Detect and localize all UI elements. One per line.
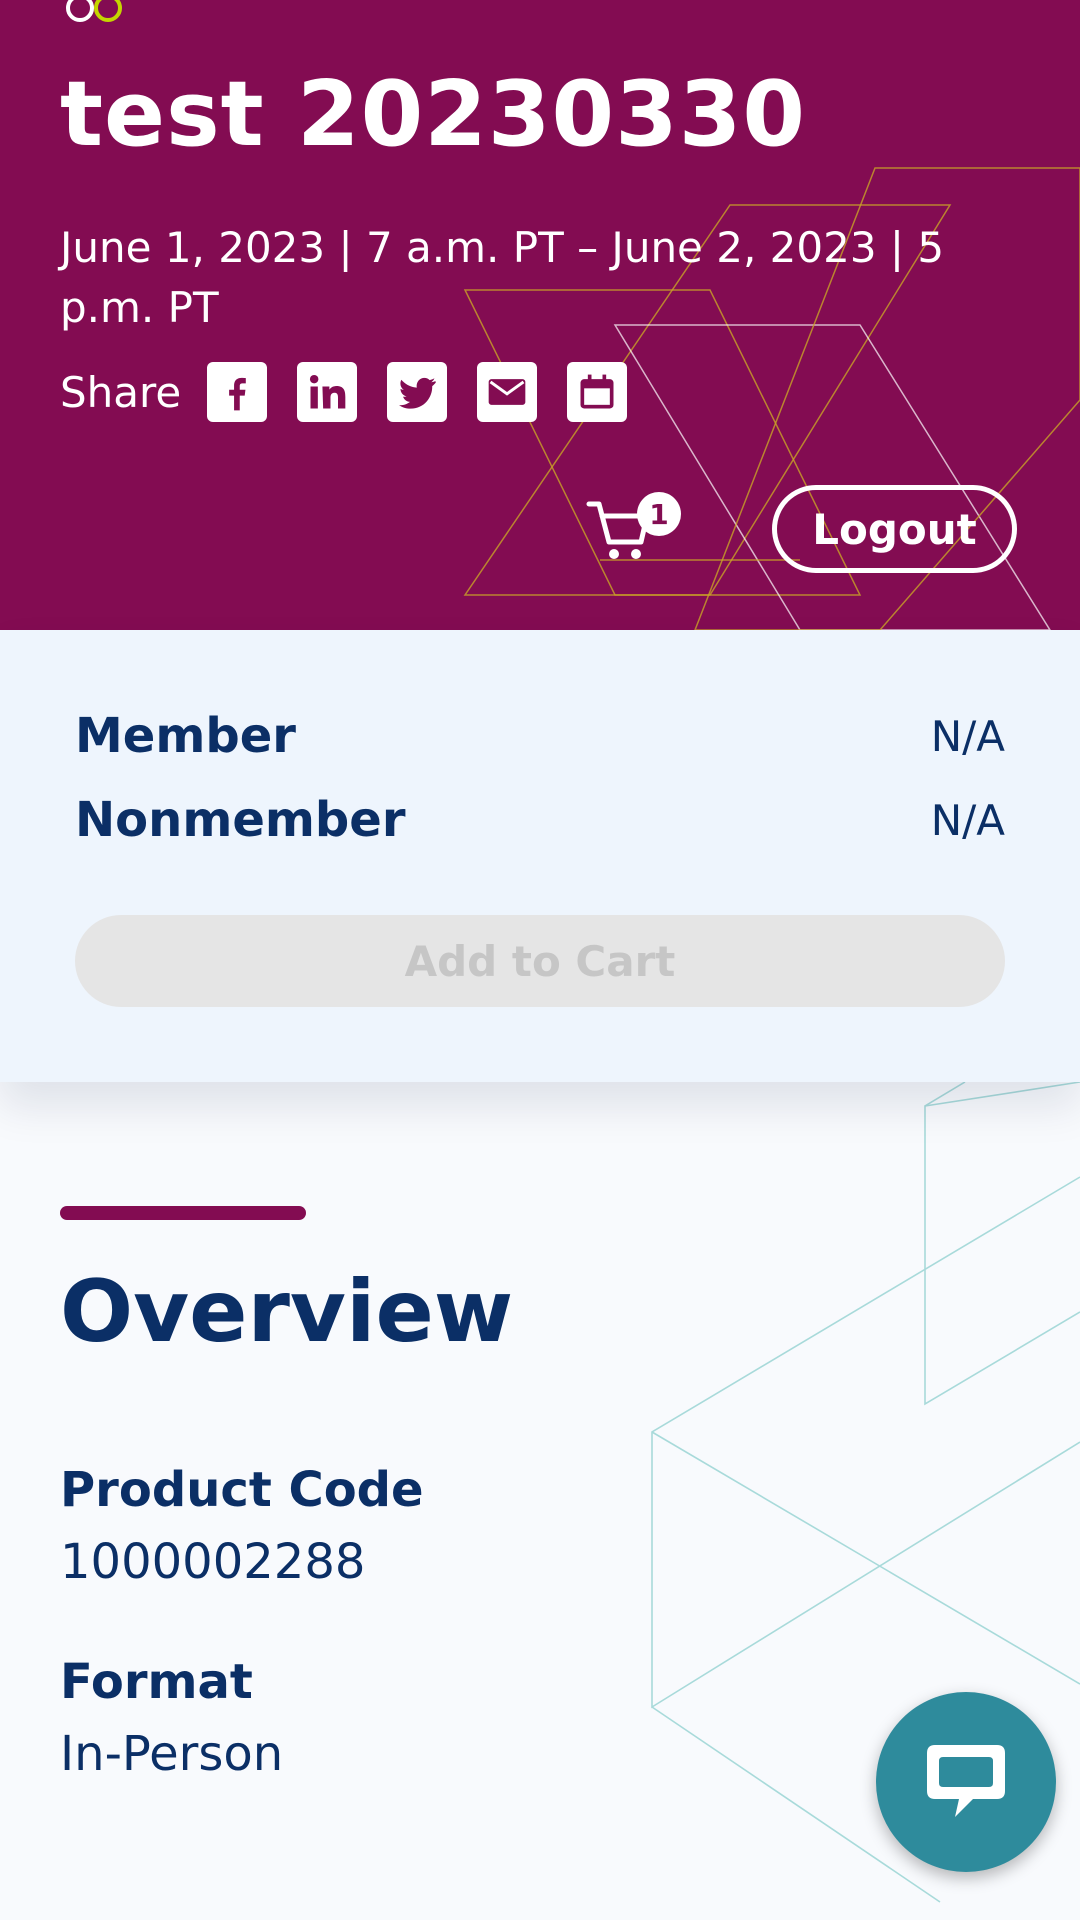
overview-heading: Overview [60, 1262, 514, 1362]
cart-count-badge: 1 [637, 492, 681, 536]
price-value: N/A [930, 711, 1005, 761]
product-code-value: 1000002288 [60, 1534, 366, 1590]
product-code-label: Product Code [60, 1462, 424, 1518]
email-icon[interactable] [477, 362, 538, 422]
event-title: test 20230330 [60, 62, 806, 167]
linkedin-icon[interactable] [297, 362, 358, 422]
site-logo[interactable] [60, 0, 130, 28]
chat-button[interactable] [876, 1692, 1056, 1872]
cart-button[interactable]: 1 [585, 488, 685, 568]
twitter-icon[interactable] [387, 362, 448, 422]
event-header: test 20230330 June 1, 2023 | 7 a.m. PT –… [0, 0, 1080, 630]
facebook-icon[interactable] [207, 362, 268, 422]
price-label: Nonmember [75, 792, 406, 848]
section-accent-bar [60, 1206, 306, 1220]
price-row-member: Member N/A [75, 708, 1005, 764]
price-row-nonmember: Nonmember N/A [75, 792, 1005, 848]
share-label: Share [60, 367, 182, 417]
price-value: N/A [930, 795, 1005, 845]
add-to-cart-button[interactable]: Add to Cart [75, 915, 1005, 1007]
chat-bubble-icon [927, 1745, 1005, 1817]
format-value: In-Person [60, 1726, 284, 1782]
share-bar: Share [60, 362, 657, 422]
pricing-panel: Member N/A Nonmember N/A Add to Cart [0, 630, 1080, 1082]
calendar-icon[interactable] [567, 362, 628, 422]
event-dates: June 1, 2023 | 7 a.m. PT – June 2, 2023 … [60, 223, 945, 332]
price-label: Member [75, 708, 296, 764]
logout-button[interactable]: Logout [772, 485, 1017, 573]
format-label: Format [60, 1654, 253, 1710]
